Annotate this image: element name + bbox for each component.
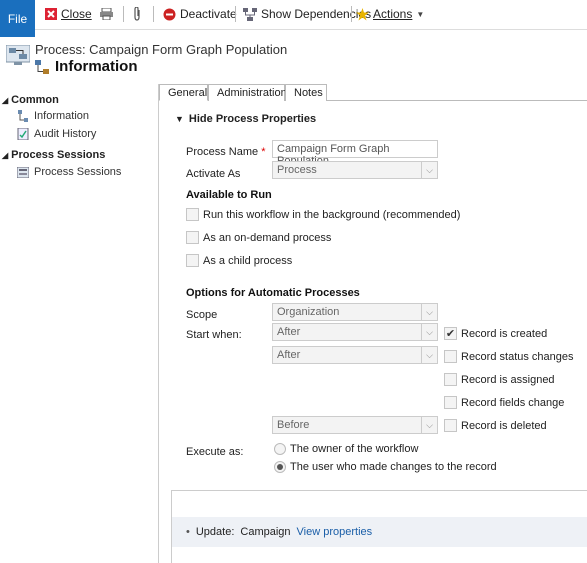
file-button[interactable]: File bbox=[0, 0, 35, 37]
information-icon bbox=[18, 110, 28, 122]
activate-as-label: Activate As bbox=[186, 168, 241, 180]
start-when-label: Start when: bbox=[186, 329, 242, 341]
checkbox-icon bbox=[186, 208, 199, 221]
record-status-checkbox[interactable]: Record status changes bbox=[444, 350, 574, 363]
scope-label: Scope bbox=[186, 309, 218, 321]
start-when-status-select[interactable]: After ⌵ bbox=[272, 346, 438, 364]
toolbar-divider bbox=[235, 6, 236, 22]
start-when-deleted-select[interactable]: Before ⌵ bbox=[272, 416, 438, 434]
tab-administration[interactable]: Administration bbox=[208, 84, 287, 101]
chevron-down-icon: ⌵ bbox=[421, 417, 437, 433]
radio-selected-icon bbox=[274, 461, 286, 473]
run-background-checkbox[interactable]: Run this workflow in the background (rec… bbox=[186, 208, 460, 221]
close-button[interactable]: Close bbox=[45, 5, 92, 23]
record-deleted-checkbox[interactable]: Record is deleted bbox=[444, 419, 547, 432]
attach-button[interactable] bbox=[133, 5, 141, 23]
required-mark: * bbox=[261, 146, 266, 158]
chevron-down-icon: ⌵ bbox=[421, 324, 437, 340]
dropdown-arrow-icon: ▼ bbox=[416, 9, 425, 19]
process-name-field[interactable]: Campaign Form Graph Population bbox=[272, 140, 438, 167]
checkbox-icon bbox=[186, 254, 199, 267]
audit-history-icon bbox=[17, 128, 29, 140]
left-navigation: ◢ Common Information Audit History ◢ Pro… bbox=[0, 88, 152, 563]
form-tabs: General Administration Notes bbox=[159, 84, 587, 101]
record-fields-checkbox[interactable]: Record fields change bbox=[444, 396, 564, 409]
record-assigned-checkbox[interactable]: Record is assigned bbox=[444, 373, 555, 386]
actions-star-icon bbox=[356, 7, 369, 20]
available-to-run-heading: Available to Run bbox=[186, 189, 272, 201]
checkbox-icon bbox=[444, 419, 457, 432]
process-name-label: Process: Campaign Form Graph Population bbox=[35, 42, 288, 57]
page-title: Information bbox=[55, 58, 138, 75]
checkbox-icon bbox=[444, 396, 457, 409]
checkbox-icon bbox=[444, 350, 457, 363]
dependencies-icon bbox=[243, 7, 257, 21]
activate-as-select[interactable]: Process ⌵ bbox=[272, 161, 438, 179]
checkbox-icon bbox=[186, 231, 199, 244]
close-icon bbox=[45, 8, 57, 20]
collapse-triangle-icon: ◢ bbox=[2, 95, 9, 105]
execute-as-label: Execute as: bbox=[186, 446, 244, 458]
options-automatic-heading: Options for Automatic Processes bbox=[186, 287, 360, 299]
on-demand-checkbox[interactable]: As an on-demand process bbox=[186, 231, 331, 244]
start-when-created-select[interactable]: After ⌵ bbox=[272, 323, 438, 341]
nav-item-process-sessions[interactable]: Process Sessions bbox=[17, 166, 121, 178]
toolbar-divider bbox=[123, 6, 124, 22]
nav-item-audit-history[interactable]: Audit History bbox=[17, 128, 96, 140]
record-created-checkbox[interactable]: ✔ Record is created bbox=[444, 327, 547, 340]
tab-general[interactable]: General bbox=[159, 84, 208, 101]
command-bar: File Close Deactivate Show Dependencies … bbox=[0, 0, 587, 37]
radio-icon bbox=[274, 443, 286, 455]
process-name-label: Process Name * bbox=[186, 146, 266, 158]
nav-item-information[interactable]: Information bbox=[17, 110, 89, 122]
paperclip-icon bbox=[134, 7, 140, 21]
expand-triangle-icon: ▼ bbox=[175, 114, 184, 124]
scope-select[interactable]: Organization ⌵ bbox=[272, 303, 438, 321]
exec-user-radio[interactable]: The user who made changes to the record bbox=[274, 461, 497, 473]
deactivate-button[interactable]: Deactivate bbox=[163, 5, 237, 23]
vertical-scrollbar[interactable] bbox=[583, 140, 587, 220]
form-body: General Administration Notes ▼ Hide Proc… bbox=[158, 84, 587, 563]
chevron-down-icon: ⌵ bbox=[421, 304, 437, 320]
process-sessions-icon bbox=[17, 166, 29, 178]
collapse-triangle-icon: ◢ bbox=[2, 150, 9, 160]
exec-owner-radio[interactable]: The owner of the workflow bbox=[274, 443, 418, 455]
toolbar-divider bbox=[153, 6, 154, 22]
checkbox-icon bbox=[444, 373, 457, 386]
step-bullet: • bbox=[186, 526, 190, 538]
view-properties-link[interactable]: View properties bbox=[297, 526, 373, 538]
chevron-down-icon: ⌵ bbox=[421, 162, 437, 178]
chevron-down-icon: ⌵ bbox=[421, 347, 437, 363]
printer-icon bbox=[100, 8, 113, 20]
actions-menu[interactable]: Actions ▼ bbox=[356, 5, 424, 23]
tab-notes[interactable]: Notes bbox=[285, 84, 327, 101]
checkmark-icon: ✔ bbox=[444, 327, 457, 340]
print-button[interactable] bbox=[100, 5, 113, 23]
workflow-step[interactable]: • Update: Campaign View properties bbox=[172, 517, 587, 547]
workflow-steps-area: • Update: Campaign View properties bbox=[171, 490, 587, 563]
toolbar-divider bbox=[351, 6, 352, 22]
form-header: Process: Campaign Form Graph Population … bbox=[0, 37, 587, 83]
child-process-checkbox[interactable]: As a child process bbox=[186, 254, 292, 267]
hide-process-properties-toggle[interactable]: ▼ Hide Process Properties bbox=[175, 113, 316, 125]
deactivate-icon bbox=[163, 8, 176, 20]
process-icon bbox=[6, 45, 30, 65]
nav-group-common[interactable]: ◢ Common bbox=[2, 94, 59, 106]
workflow-icon bbox=[35, 60, 49, 74]
nav-group-process-sessions[interactable]: ◢ Process Sessions bbox=[2, 149, 105, 161]
